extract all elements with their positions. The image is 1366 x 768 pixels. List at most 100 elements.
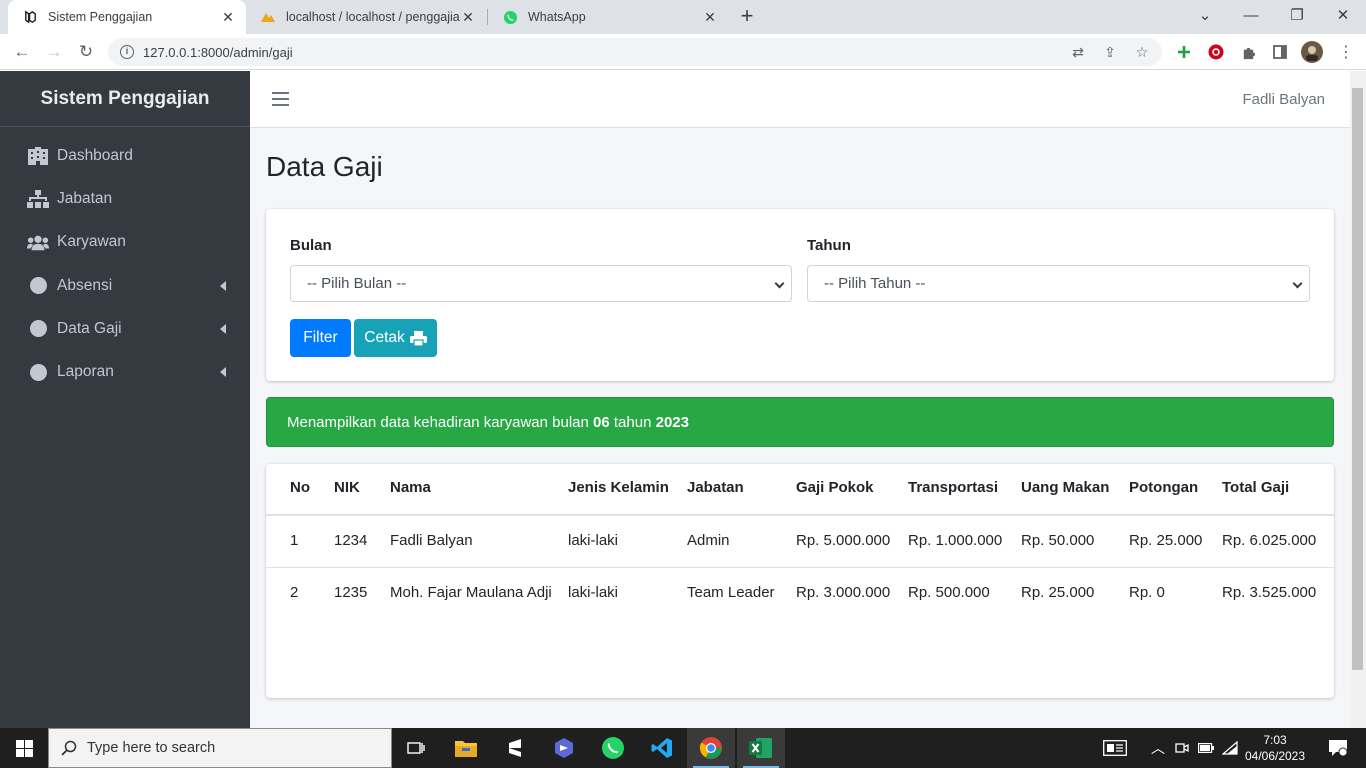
- side-panel-icon[interactable]: [1268, 40, 1292, 64]
- url-text[interactable]: 127.0.0.1:8000/admin/gaji: [143, 45, 1066, 60]
- phpmyadmin-favicon-icon: [260, 9, 276, 25]
- salary-table: No NIK Nama Jenis Kelamin Jabatan Gaji P…: [266, 464, 1334, 619]
- tab-search-icon[interactable]: ⌄: [1182, 0, 1228, 34]
- notification-center-icon[interactable]: [1320, 728, 1356, 768]
- close-window-button[interactable]: ✕: [1320, 0, 1366, 34]
- top-navbar: Fadli Balyan: [250, 71, 1350, 128]
- windows-taskbar: Type here to search ︿ 7:03 04/06/2023: [0, 728, 1366, 768]
- sidebar-item-label: Laporan: [57, 363, 114, 381]
- system-clock[interactable]: 7:03 04/06/2023: [1240, 732, 1310, 764]
- cell-gaji-pokok: Rp. 3.000.000: [796, 584, 891, 601]
- filter-button[interactable]: Filter: [290, 319, 351, 357]
- profile-avatar[interactable]: [1300, 40, 1324, 64]
- close-tab-icon[interactable]: ✕: [702, 9, 718, 26]
- network-icon[interactable]: [1220, 728, 1240, 768]
- col-header-nama: Nama: [390, 464, 568, 516]
- bulan-label: Bulan: [290, 237, 332, 254]
- forward-arrow-icon[interactable]: →: [42, 40, 66, 64]
- file-explorer-icon[interactable]: [442, 728, 490, 768]
- site-info-icon[interactable]: i: [120, 45, 134, 59]
- tab-title: WhatsApp: [528, 10, 586, 24]
- windows-start-icon[interactable]: [0, 728, 48, 768]
- chevron-down-icon: [774, 278, 785, 289]
- info-alert: Menampilkan data kehadiran karyawan bula…: [266, 397, 1334, 447]
- sidebar-item-data-gaji[interactable]: Data Gaji: [0, 307, 250, 350]
- sidebar-item-laporan[interactable]: Laporan: [0, 350, 250, 393]
- whatsapp-icon[interactable]: [589, 728, 637, 768]
- laravel-favicon-icon: [22, 9, 38, 25]
- translate-icon[interactable]: ⇄: [1066, 40, 1090, 64]
- cell-gaji-pokok: Rp. 5.000.000: [796, 515, 908, 568]
- tab-whatsapp[interactable]: WhatsApp ✕: [488, 0, 728, 34]
- minimize-button[interactable]: —: [1228, 0, 1274, 34]
- circle-icon: [27, 362, 49, 382]
- new-tab-button[interactable]: +: [733, 4, 761, 30]
- cell-potongan: Rp. 25.000: [1129, 515, 1222, 568]
- sidebar-item-label: Absensi: [57, 276, 113, 294]
- tahun-selected-value: -- Pilih Tahun --: [824, 275, 926, 292]
- tab-title: localhost / localhost / penggajian: [286, 10, 460, 24]
- scrollbar-thumb[interactable]: [1352, 88, 1363, 670]
- sidebar-item-jabatan[interactable]: Jabatan: [0, 177, 250, 220]
- share-icon[interactable]: ⇪: [1098, 40, 1122, 64]
- cell-uang-makan: Rp. 50.000: [1021, 515, 1129, 568]
- cell-nik: 1234: [334, 515, 390, 568]
- alert-year: 2023: [655, 414, 689, 431]
- cell-potongan: Rp. 0: [1129, 584, 1165, 601]
- address-bar[interactable]: i 127.0.0.1:8000/admin/gaji ⇄ ⇪ ☆: [108, 38, 1162, 66]
- cell-jabatan: Team Leader: [687, 584, 775, 601]
- circle-icon: [27, 319, 49, 339]
- main-content: Fadli Balyan Data Gaji Bulan -- Pilih Bu…: [250, 71, 1350, 728]
- sidebar-item-dashboard[interactable]: Dashboard: [0, 134, 250, 177]
- tahun-select[interactable]: -- Pilih Tahun --: [807, 265, 1310, 302]
- salary-table-card: No NIK Nama Jenis Kelamin Jabatan Gaji P…: [266, 464, 1334, 698]
- bookmark-star-icon[interactable]: ☆: [1130, 40, 1154, 64]
- bulan-selected-value: -- Pilih Bulan --: [307, 275, 407, 292]
- vscode-icon[interactable]: [638, 728, 686, 768]
- tab-phpmyadmin[interactable]: localhost / localhost / penggajian ✕: [246, 0, 486, 34]
- table-row: 2 1235 Moh. Fajar Maulana Adji laki-laki…: [266, 568, 1334, 620]
- cell-uang-makan: Rp. 25.000: [1021, 584, 1095, 601]
- filter-card: Bulan -- Pilih Bulan -- Tahun -- Pilih T…: [266, 209, 1334, 381]
- battery-icon[interactable]: [1196, 728, 1216, 768]
- cell-transportasi: Rp. 500.000: [908, 584, 990, 601]
- restore-button[interactable]: ❐: [1274, 0, 1320, 34]
- news-widget-icon[interactable]: [1098, 728, 1132, 768]
- chrome-icon[interactable]: [687, 728, 735, 768]
- hamburger-menu-icon[interactable]: [272, 92, 289, 106]
- taskbar-search-input[interactable]: Type here to search: [48, 728, 392, 768]
- cell-total-gaji: Rp. 6.025.000: [1222, 515, 1334, 568]
- close-tab-icon[interactable]: ✕: [220, 9, 236, 26]
- cetak-label: Cetak: [364, 329, 405, 346]
- building-icon: [27, 146, 49, 166]
- extension-plus-icon[interactable]: [1172, 40, 1196, 64]
- extensions-puzzle-icon[interactable]: [1236, 40, 1260, 64]
- power-automate-icon[interactable]: [540, 728, 588, 768]
- col-header-gaji-pokok: Gaji Pokok: [796, 464, 908, 516]
- close-tab-icon[interactable]: ✕: [460, 9, 476, 26]
- adblock-shield-icon[interactable]: [1204, 40, 1228, 64]
- sidebar-item-label: Jabatan: [57, 189, 113, 207]
- sidebar-item-karyawan[interactable]: Karyawan: [0, 221, 250, 264]
- search-placeholder: Type here to search: [87, 740, 216, 756]
- browser-menu-icon[interactable]: ⋮: [1334, 40, 1358, 64]
- show-hidden-icons-chevron-icon[interactable]: ︿: [1148, 728, 1168, 768]
- users-icon: [27, 232, 49, 252]
- excel-icon[interactable]: [737, 728, 785, 768]
- alert-text-middle: tahun: [613, 414, 652, 431]
- user-name[interactable]: Fadli Balyan: [1242, 71, 1325, 128]
- bulan-select[interactable]: -- Pilih Bulan --: [290, 265, 792, 302]
- tab-sistem-penggajian[interactable]: Sistem Penggajian ✕: [8, 0, 246, 34]
- back-arrow-icon[interactable]: ←: [10, 40, 34, 64]
- page-scrollbar[interactable]: [1350, 71, 1366, 728]
- brand-title[interactable]: Sistem Penggajian: [0, 71, 250, 127]
- meet-now-icon[interactable]: [1172, 728, 1192, 768]
- cetak-button[interactable]: Cetak: [354, 319, 437, 357]
- whatsapp-favicon-icon: [502, 9, 518, 25]
- sidebar-item-absensi[interactable]: Absensi: [0, 264, 250, 307]
- task-view-icon[interactable]: [392, 728, 440, 768]
- clock-time: 7:03: [1263, 733, 1287, 747]
- sublime-text-icon[interactable]: [491, 728, 539, 768]
- col-header-transportasi: Transportasi: [908, 464, 1021, 516]
- reload-icon[interactable]: ↻: [74, 40, 98, 64]
